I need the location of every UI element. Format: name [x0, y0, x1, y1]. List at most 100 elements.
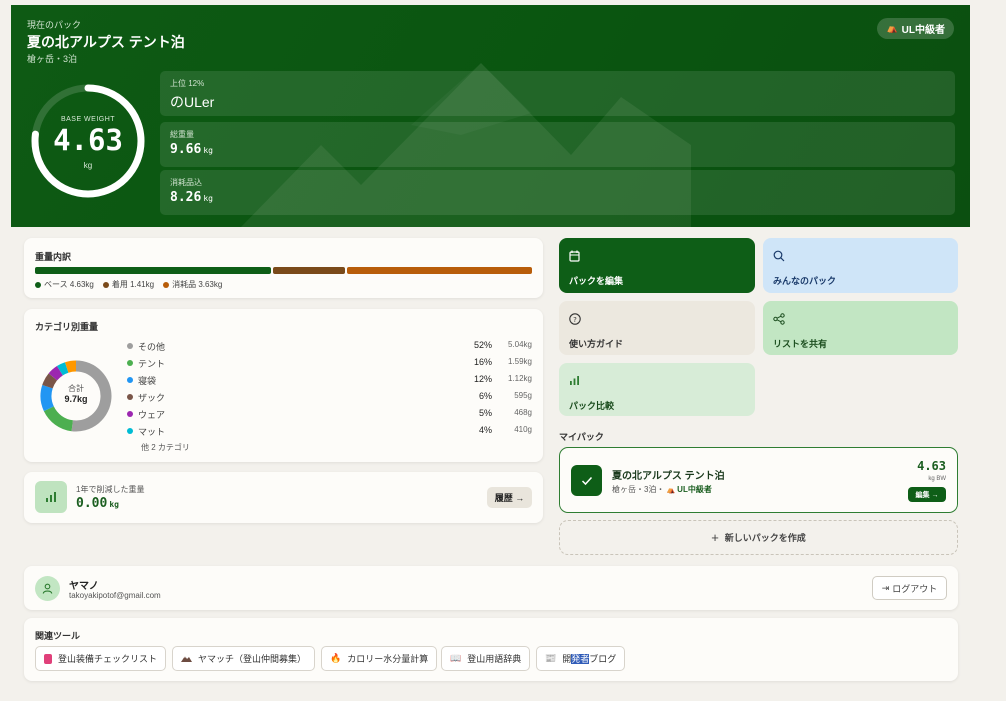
my-packs-title: マイパック — [559, 432, 604, 442]
logout-label: ログアウト — [892, 583, 938, 594]
tent-icon: ⛺ — [886, 23, 898, 33]
category-name: ザック — [138, 393, 166, 403]
tool-glossary[interactable]: 📖 登山用語辞典 — [441, 646, 531, 671]
weight-bar-segment — [346, 267, 532, 274]
legend-dot — [102, 281, 109, 288]
tool-dev-blog[interactable]: 📰 開発者ブログ — [536, 646, 626, 671]
category-row: マット 4% 410g — [127, 424, 532, 441]
weight-bar-segment — [273, 267, 345, 274]
tool-yamatch[interactable]: ヤマッチ（登山仲間募集） — [172, 646, 316, 671]
history-button[interactable]: 履歴 → — [487, 487, 532, 508]
total-value: 9.66 — [170, 142, 202, 157]
reduced-value: 0.00 — [76, 496, 108, 511]
category-dot — [127, 343, 133, 349]
check-icon — [571, 465, 602, 496]
user-email: takoyakipotof@gmail.com — [69, 591, 161, 600]
category-row: ウェア 5% 468g — [127, 407, 532, 424]
consumables-value: 8.26 — [170, 190, 202, 205]
current-pack-hero: 現在のパック 夏の北アルプス テント泊 槍ヶ岳・3泊 ⛺ UL中級者 BASE … — [11, 5, 970, 227]
donut-slice — [43, 406, 74, 432]
tool-calorie-label: カロリー水分量計算 — [347, 654, 429, 664]
user-card: ヤマノ takoyakipotof@gmail.com ⇥ ログアウト — [24, 566, 958, 610]
tool-dev-blog-label-post: ブログ — [589, 654, 617, 664]
svg-text:?: ? — [573, 316, 577, 324]
guide-label: 使い方ガイド — [569, 339, 624, 349]
pack-edit-button[interactable]: 編集 → — [908, 487, 946, 502]
tools-title: 関連ツール — [35, 631, 81, 641]
weight-legend-item: 消耗品 3.63kg — [163, 279, 222, 290]
weight-legend-label: 消耗品 3.63kg — [172, 280, 223, 289]
user-name: ヤマノ — [69, 581, 99, 592]
weight-legend-label: ベース 4.63kg — [44, 280, 94, 289]
tool-checklist[interactable]: 登山装備チェックリスト — [35, 646, 167, 671]
rank-stat: 上位 12% のULer — [160, 71, 955, 116]
base-weight-label: BASE WEIGHT — [60, 116, 116, 123]
tool-glossary-label: 登山用語辞典 — [467, 654, 522, 664]
category-weight: 595g — [514, 391, 532, 400]
tool-checklist-label: 登山装備チェックリスト — [58, 654, 158, 664]
category-dot — [127, 394, 133, 400]
share-list-tile[interactable]: リストを共有 — [763, 301, 958, 355]
donut-slice — [48, 366, 64, 381]
category-name: 寝袋 — [138, 376, 157, 386]
category-dot — [127, 411, 133, 417]
weight-breakdown-card: 重量内訳 ベース 4.63kg 着用 1.41kg 消耗品 3.63kg — [24, 238, 543, 298]
newspaper-icon: 📰 — [545, 653, 557, 663]
edit-pack-label: パックを編集 — [569, 276, 624, 286]
category-title: カテゴリ別重量 — [35, 322, 99, 332]
edit-pack-tile[interactable]: パックを編集 — [559, 238, 755, 293]
weight-bar-segment — [35, 267, 272, 274]
donut-total-label: 合計 — [68, 384, 84, 393]
consumables-stat: 消耗品込 8.26 kg — [160, 170, 955, 215]
logout-button[interactable]: ⇥ ログアウト — [872, 576, 947, 600]
weight-bar — [35, 267, 532, 274]
category-pct: 12% — [473, 374, 492, 384]
guide-tile[interactable]: ? 使い方ガイド — [559, 301, 755, 355]
tool-dev-blog-label: 開発者ブログ — [562, 652, 616, 665]
category-weight: 468g — [514, 408, 532, 417]
base-weight-value: 4.63 — [53, 123, 123, 157]
new-pack-label: 新しいパックを作成 — [724, 533, 806, 543]
reduced-label: 1年で削減した重量 — [76, 485, 145, 494]
share-list-label: リストを共有 — [773, 339, 828, 349]
reduced-value-row: 0.00 kg — [76, 496, 119, 511]
category-weight: 1.59kg — [507, 357, 532, 366]
category-pct: 52% — [473, 340, 492, 350]
search-icon — [773, 250, 948, 266]
category-pct: 16% — [473, 357, 492, 367]
new-pack-button[interactable]: + 新しいパックを作成 — [559, 520, 958, 555]
category-pct: 5% — [478, 408, 492, 418]
logout-icon: ⇥ — [881, 582, 890, 593]
consumables-unit: kg — [203, 194, 213, 203]
mountain-icon — [181, 654, 192, 664]
pack-card-name: 夏の北アルプス テント泊 — [612, 471, 725, 482]
everyone-packs-tile[interactable]: みんなのパック — [763, 238, 958, 293]
donut-total-value: 9.7kg — [64, 394, 88, 404]
tool-dev-blog-label-selected: 発者 — [571, 654, 590, 664]
category-name: テント — [138, 359, 166, 369]
plus-icon: + — [711, 530, 719, 545]
hero-label: 現在のパック — [27, 20, 82, 30]
category-more: 他 2 カテゴリ — [141, 443, 190, 452]
category-name: ウェア — [138, 410, 166, 420]
reduced-unit: kg — [109, 500, 119, 509]
tool-calorie[interactable]: 🔥 カロリー水分量計算 — [321, 646, 438, 671]
total-label: 総重量 — [170, 130, 194, 139]
weight-legend-item: 着用 1.41kg — [102, 279, 154, 290]
category-name: その他 — [138, 342, 166, 352]
category-row: その他 52% 5.04kg — [127, 339, 532, 356]
level-badge: ⛺ UL中級者 — [877, 18, 954, 39]
category-name: マット — [138, 427, 166, 437]
pack-card-unit: kg BW — [928, 476, 946, 482]
consumables-label: 消耗品込 — [170, 178, 202, 187]
level-badge-label: UL中級者 — [901, 25, 945, 36]
pack-card[interactable]: 夏の北アルプス テント泊 槍ヶ岳・3泊・ ⛺ UL中級者 4.63 kg BW … — [559, 447, 958, 513]
user-icon — [35, 576, 60, 601]
compare-tile[interactable]: パック比較 — [559, 363, 755, 416]
base-weight-readout: BASE WEIGHT 4.63 kg — [30, 83, 146, 199]
tent-icon: ⛺ — [666, 486, 676, 494]
pack-card-meta-text: 槍ヶ岳・3泊・ — [612, 485, 665, 494]
share-icon — [773, 313, 948, 329]
book-icon: 📖 — [450, 653, 462, 663]
calendar-icon — [569, 250, 745, 266]
